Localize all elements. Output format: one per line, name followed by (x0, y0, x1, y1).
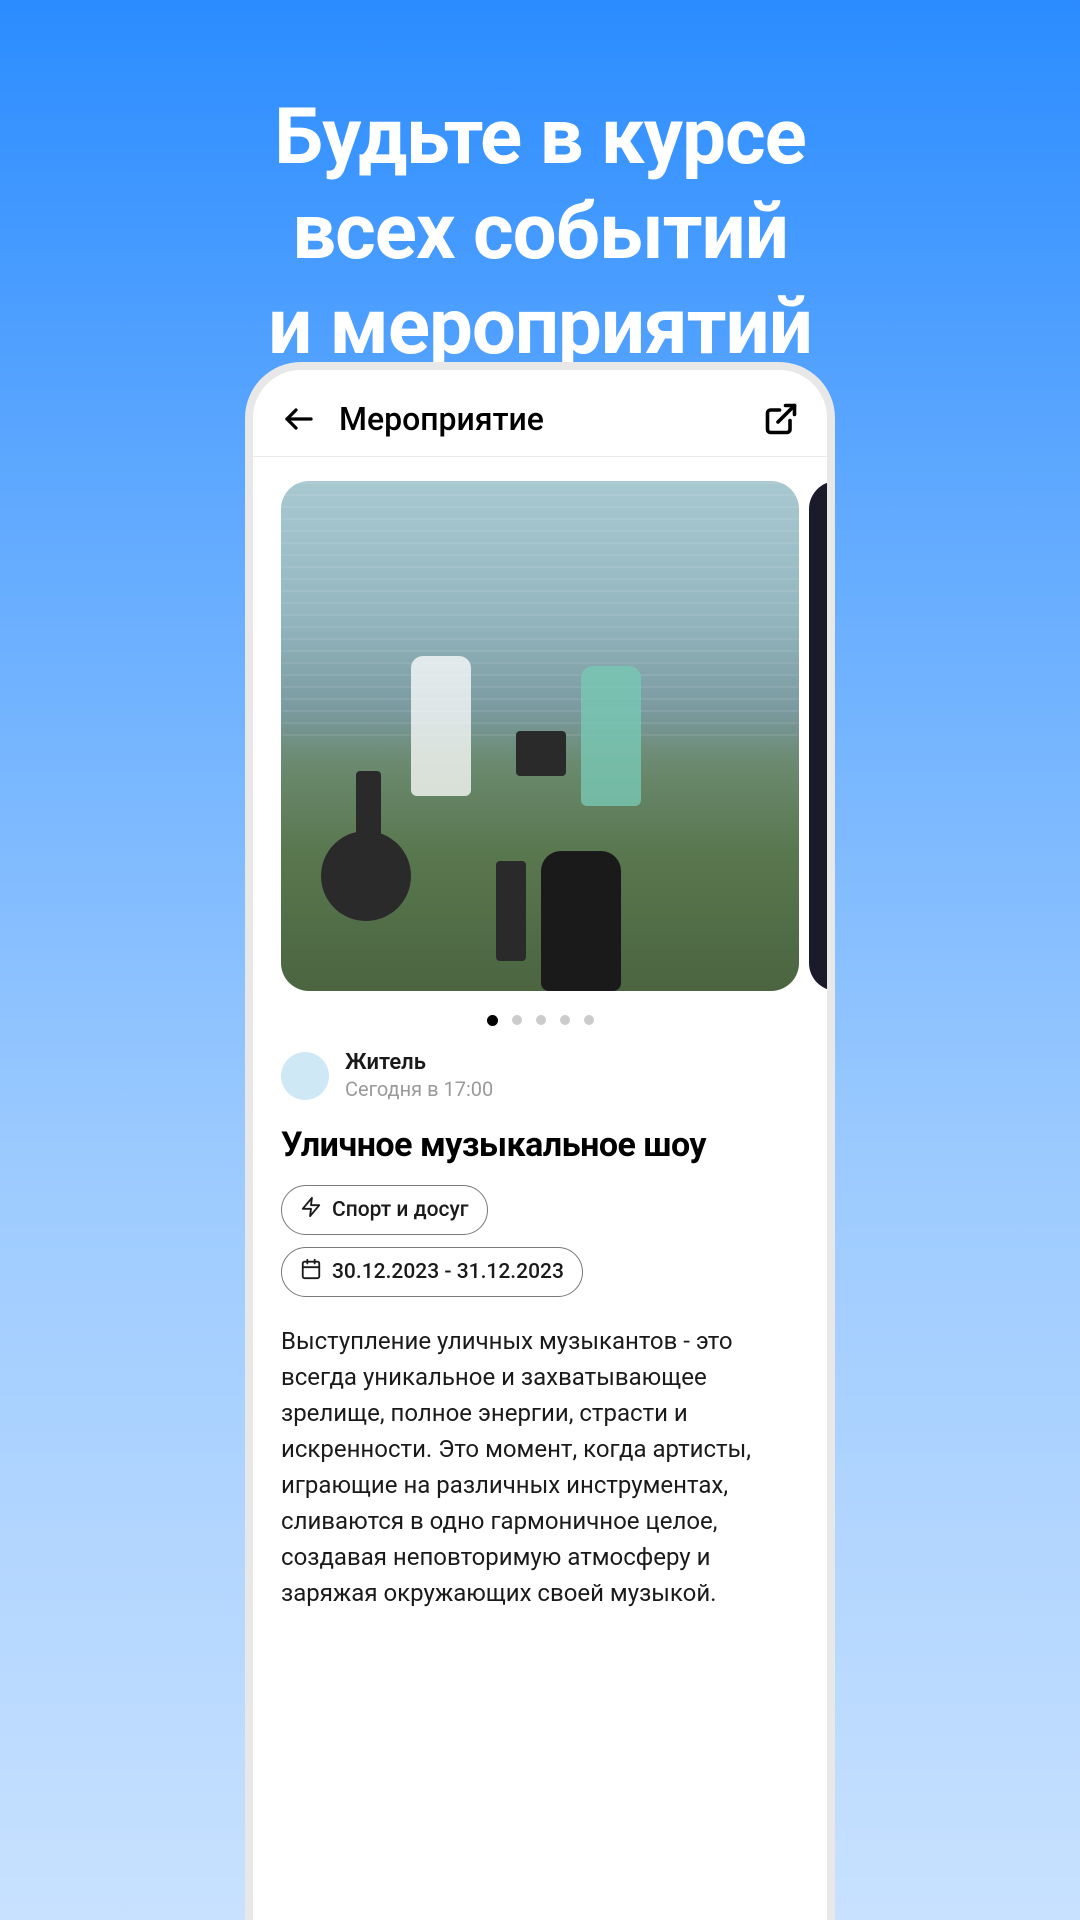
avatar[interactable] (281, 1052, 329, 1100)
carousel-dot[interactable] (584, 1015, 594, 1025)
back-arrow-icon[interactable] (281, 401, 317, 437)
header-left: Мероприятие (281, 400, 544, 438)
date-badge[interactable]: 30.12.2023 - 31.12.2023 (281, 1247, 583, 1297)
category-badge[interactable]: Спорт и досуг (281, 1185, 488, 1235)
carousel-dot[interactable] (487, 1015, 498, 1026)
phone-frame: Мероприятие (245, 362, 835, 1920)
promo-title-line2: всех событий (0, 185, 1080, 280)
image-prop (496, 861, 526, 961)
event-title: Уличное музыкальное шоу (281, 1119, 799, 1185)
carousel-pagination (281, 991, 799, 1046)
promo-title-line1: Будьте в курсе (0, 90, 1080, 185)
page-title: Мероприятие (339, 400, 544, 438)
lightning-icon (300, 1196, 322, 1224)
event-description: Выступление уличных музыкантов - это все… (281, 1323, 799, 1611)
author-row[interactable]: Житель Сегодня в 17:00 (281, 1046, 799, 1119)
author-name: Житель (345, 1050, 493, 1075)
badges-row: Спорт и досуг 30.12.2023 - 31.12.2023 (281, 1185, 799, 1323)
next-image-peek[interactable] (809, 481, 835, 991)
carousel-dot[interactable] (512, 1015, 522, 1025)
image-prop (516, 731, 566, 776)
category-label: Спорт и досуг (332, 1198, 469, 1222)
image-carousel[interactable] (281, 481, 799, 991)
image-figure (411, 656, 471, 796)
date-range-label: 30.12.2023 - 31.12.2023 (332, 1260, 564, 1284)
event-main-image[interactable] (281, 481, 799, 991)
content-area: Житель Сегодня в 17:00 Уличное музыкальн… (253, 457, 827, 1611)
app-header: Мероприятие (253, 400, 827, 457)
image-figure (581, 666, 641, 806)
external-link-icon[interactable] (763, 401, 799, 437)
post-time: Сегодня в 17:00 (345, 1077, 493, 1101)
carousel-dot[interactable] (536, 1015, 546, 1025)
author-info: Житель Сегодня в 17:00 (345, 1050, 493, 1101)
image-prop (321, 831, 411, 921)
calendar-icon (300, 1258, 322, 1286)
image-figure (541, 851, 621, 991)
carousel-dot[interactable] (560, 1015, 570, 1025)
phone-screen: Мероприятие (253, 370, 827, 1920)
promo-title: Будьте в курсе всех событий и мероприяти… (0, 0, 1080, 375)
